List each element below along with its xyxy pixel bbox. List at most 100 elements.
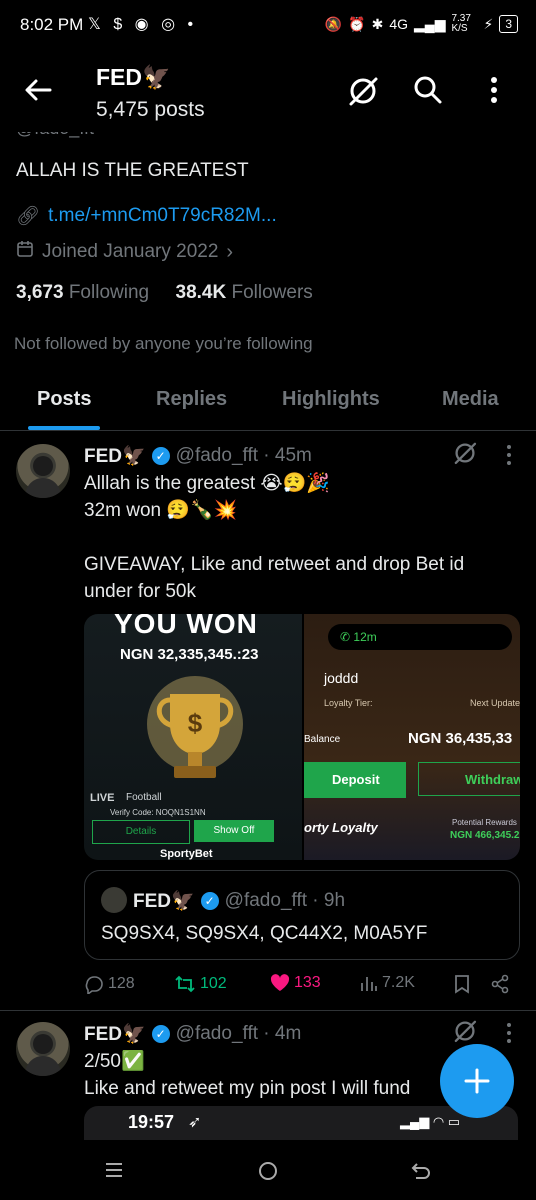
joined-row[interactable]: Joined January 2022 ›	[16, 240, 233, 264]
withdraw-button: Withdraw	[418, 762, 520, 796]
like-button[interactable]: 133	[270, 974, 321, 992]
status-bar: 8:02 PM 𝕏 $ ◉ ◎ • 🔕 ⏰ ✱ 4G ▂▄▆ 7.37 K/S …	[0, 0, 536, 48]
views-button[interactable]: 7.2K	[360, 974, 415, 992]
followers-link[interactable]: 38.4K Followers	[176, 282, 313, 303]
battery-icon: 3	[499, 15, 518, 33]
system-nav-bar	[0, 1140, 536, 1200]
verified-badge-icon: ✓	[151, 447, 170, 465]
recents-icon[interactable]	[104, 1160, 124, 1185]
views-icon	[361, 977, 377, 991]
alarm-icon: ⏰	[348, 15, 366, 32]
sporty-loyalty-label: orty Loyalty	[304, 820, 378, 835]
profile-header: FED🦅 5,475 posts	[0, 52, 536, 132]
location-arrow-icon: ➶	[188, 1114, 202, 1131]
network-label: 4G	[389, 16, 409, 32]
post-image-right[interactable]: ✆ 12m joddd Loyalty Tier: Next Update Ba…	[304, 614, 520, 860]
avatar[interactable]	[16, 444, 70, 498]
post-more-icon[interactable]	[504, 1022, 514, 1049]
active-tab-indicator	[28, 426, 100, 430]
post-image-left[interactable]: YOU WON NGN 32,335,345.:23 $ LIVE Footba…	[84, 614, 302, 860]
author-handle-time: @fado_fft · 45m	[175, 445, 312, 466]
post-more-icon[interactable]	[504, 444, 514, 471]
back-arrow-icon[interactable]	[22, 74, 54, 111]
not-followed-text: Not followed by anyone you’re following	[14, 334, 313, 353]
profile-name-header: FED🦅	[96, 64, 171, 90]
follow-stats: 3,673 Following 38.4K Followers	[16, 282, 313, 304]
quote-header: FED🦅 ✓ @fado_fft · 9h	[133, 889, 345, 913]
phone-icon: ✆	[340, 630, 351, 644]
post-header: FED🦅 ✓ @fado_fft · 45m	[84, 444, 312, 468]
posts-count: 5,475 posts	[96, 98, 205, 121]
quote-avatar	[101, 887, 127, 913]
compose-button[interactable]	[440, 1044, 514, 1118]
live-label: LIVE	[90, 792, 115, 804]
bookmark-icon[interactable]	[454, 974, 470, 994]
verified-badge-icon: ✓	[151, 1025, 170, 1043]
status-right: 🔕 ⏰ ✱ 4G ▂▄▆ 7.37 K/S ⚡ 3	[325, 14, 518, 34]
retweet-button[interactable]: 102	[174, 974, 227, 994]
tab-posts[interactable]: Posts	[37, 388, 91, 411]
profile-tabs: Posts Replies Highlights Media	[0, 370, 536, 431]
quote-text: SQ9SX4, SQ9SX4, QC44X2, M0A5YF	[101, 923, 428, 944]
reply-button[interactable]: 128	[84, 974, 135, 994]
grok-icon[interactable]	[452, 440, 478, 471]
profile-link-text[interactable]: t.me/+mnCm0T79cR82M...	[48, 205, 277, 227]
potential-rewards-label: Potential Rewards	[452, 818, 517, 827]
account-user: joddd	[324, 670, 359, 686]
post-image-preview[interactable]: 19:57 ➶ ▂▄▆ ◠ ▭	[84, 1106, 518, 1140]
home-icon[interactable]	[257, 1160, 279, 1187]
back-icon[interactable]	[410, 1160, 432, 1187]
balance-label: Balance	[304, 734, 341, 745]
chevron-right-icon: ›	[226, 240, 234, 263]
signal-icon: ▂▄▆	[414, 15, 446, 32]
reply-count: 128	[108, 975, 135, 992]
post-header: FED🦅 ✓ @fado_fft · 4m	[84, 1022, 301, 1046]
tab-replies[interactable]: Replies	[156, 388, 227, 411]
call-time: 12m	[353, 630, 377, 644]
views-count: 7.2K	[382, 974, 415, 991]
more-vertical-icon[interactable]	[484, 74, 504, 111]
deposit-button: Deposit	[304, 762, 406, 798]
heart-icon	[270, 974, 290, 991]
author-name[interactable]: FED🦅	[84, 444, 146, 468]
call-pill: ✆ 12m	[328, 624, 512, 650]
tab-media[interactable]: Media	[442, 388, 499, 411]
joined-text: Joined January 2022	[42, 241, 219, 262]
following-label: Following	[68, 282, 150, 303]
profile-link[interactable]: 🔗︎ t.me/+mnCm0T79cR82M...	[16, 204, 277, 228]
following-count: 3,673	[16, 282, 64, 303]
plus-icon	[464, 1068, 490, 1094]
grok-icon[interactable]	[346, 74, 380, 113]
potential-rewards-value: NGN 466,345.2	[450, 830, 520, 841]
balance-amount: NGN 36,435,33	[408, 730, 513, 747]
svg-text:$: $	[188, 708, 203, 738]
quote-author-name: FED🦅	[133, 891, 195, 912]
tab-highlights[interactable]: Highlights	[282, 388, 380, 411]
share-icon[interactable]	[490, 974, 510, 994]
show-off-button: Show Off	[194, 820, 274, 842]
search-icon[interactable]	[412, 74, 444, 111]
following-link[interactable]: 3,673 Following	[16, 282, 149, 303]
notification-icons: 𝕏 $ ◉ ◎ •	[88, 16, 198, 33]
won-amount: NGN 32,335,345.:23	[120, 646, 259, 663]
charging-icon: ⚡	[483, 15, 494, 32]
verified-badge-icon: ✓	[200, 892, 219, 910]
quoted-post[interactable]: FED🦅 ✓ @fado_fft · 9h SQ9SX4, SQ9SX4, QC…	[84, 870, 520, 960]
you-won-headline: YOU WON	[114, 614, 258, 639]
followers-count: 38.4K	[175, 282, 227, 303]
profile-bio: ALLAH IS THE GREATEST	[16, 160, 249, 181]
post-text: Alllah is the greatest 😭😮‍💨🎉 32m won 😮‍💨…	[84, 473, 465, 602]
status-time: 8:02 PM	[20, 15, 84, 34]
author-name[interactable]: FED🦅	[84, 1022, 146, 1046]
sportybet-logo: SportyBet	[160, 848, 213, 860]
calendar-icon	[16, 240, 34, 264]
reply-icon	[85, 976, 103, 994]
trophy-icon: $	[130, 674, 260, 784]
author-handle-time: @fado_fft · 4m	[175, 1023, 302, 1044]
quote-handle-time: @fado_fft · 9h	[224, 890, 346, 911]
bluetooth-icon: ✱	[371, 15, 384, 32]
avatar[interactable]	[16, 1022, 70, 1076]
details-button: Details	[92, 820, 190, 844]
loyalty-tier-label: Loyalty Tier:	[324, 698, 373, 708]
retweet-icon	[175, 975, 195, 993]
